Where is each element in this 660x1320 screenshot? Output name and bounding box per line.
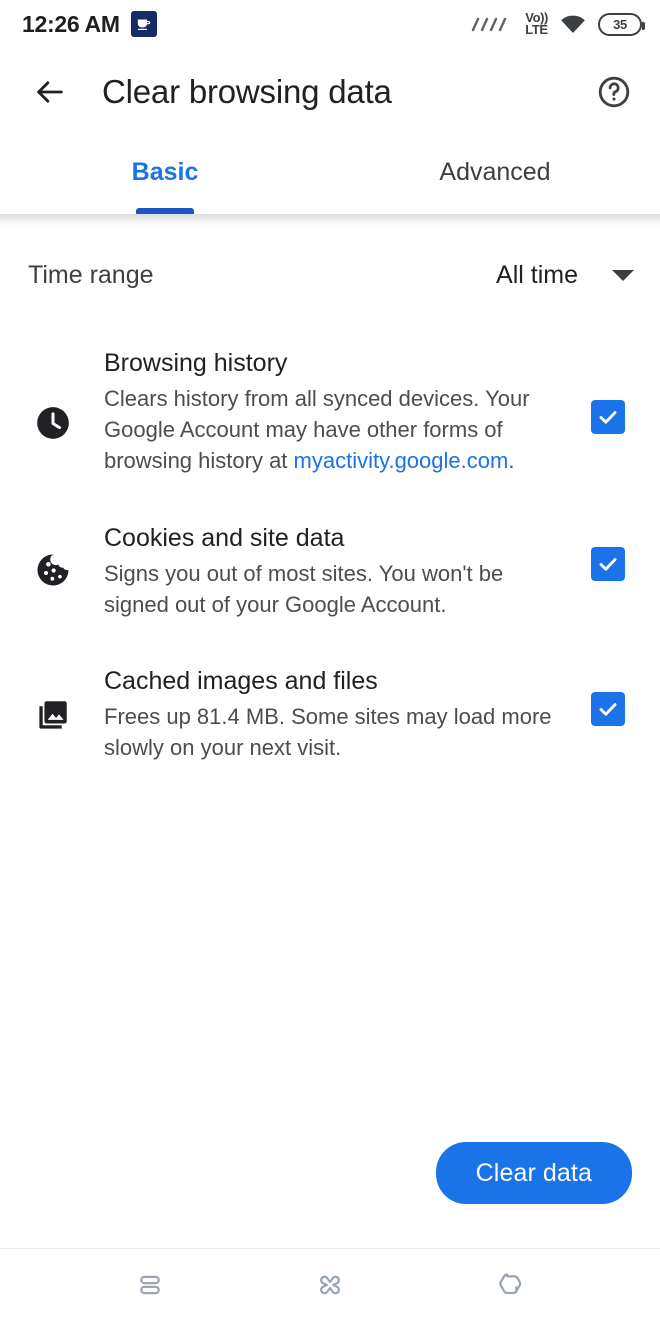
checkbox-cached-images[interactable] <box>580 664 636 727</box>
option-desc-tail: . <box>508 448 515 474</box>
status-clock: 12:26 AM <box>22 10 120 37</box>
checkbox-checked[interactable] <box>591 400 625 434</box>
clear-data-button[interactable]: Clear data <box>435 1142 632 1204</box>
option-text-browsing-history: Browsing history Clears history from all… <box>80 346 580 477</box>
option-title: Cookies and site data <box>104 523 345 552</box>
option-row-cookies[interactable]: Cookies and site data Signs you out of m… <box>0 487 660 630</box>
status-bar-right: Vo)) LTE 35 <box>470 10 645 37</box>
photo-library-icon <box>26 664 80 734</box>
option-row-browsing-history[interactable]: Browsing history Clears history from all… <box>0 338 660 487</box>
option-row-cached-images[interactable]: Cached images and files Frees up 81.4 MB… <box>0 630 660 773</box>
cookie-icon <box>26 521 80 589</box>
nav-recents-button[interactable] <box>105 1255 195 1315</box>
check-icon <box>599 557 617 571</box>
option-title: Cached images and files <box>104 667 378 696</box>
option-description: Clears history from all synced devices. … <box>104 383 564 477</box>
battery-level: 35 <box>613 16 627 32</box>
tab-basic[interactable]: Basic <box>0 136 330 214</box>
time-range-label: Time range <box>28 260 154 289</box>
checkbox-checked[interactable] <box>591 546 625 581</box>
volte-indicator: Vo)) LTE <box>525 10 548 37</box>
checkbox-cookies[interactable] <box>580 521 636 581</box>
options-list: Browsing history Clears history from all… <box>0 324 660 774</box>
tab-bar: Basic Advanced <box>0 136 660 214</box>
check-icon <box>599 411 617 424</box>
tab-active-indicator <box>136 208 194 214</box>
content-area: Time range All time Browsing history Cle… <box>0 226 660 1248</box>
help-button[interactable] <box>590 68 638 116</box>
tab-bar-shadow <box>0 214 660 226</box>
check-icon <box>599 703 617 716</box>
nav-home-button[interactable] <box>285 1255 375 1315</box>
signal-bars-icon <box>472 17 507 32</box>
option-text-cookies: Cookies and site data Signs you out of m… <box>80 521 580 620</box>
tab-basic-label: Basic <box>131 157 199 186</box>
option-text-cached-images: Cached images and files Frees up 81.4 MB… <box>80 664 580 763</box>
back-arrow-icon <box>37 81 63 103</box>
wifi-icon <box>561 15 585 34</box>
time-range-value: All time <box>496 260 578 289</box>
recents-icon <box>140 1275 160 1294</box>
nav-back-button[interactable] <box>465 1255 555 1315</box>
checkbox-browsing-history[interactable] <box>580 346 636 434</box>
tab-advanced[interactable]: Advanced <box>330 136 660 214</box>
clock-icon <box>26 346 80 442</box>
checkbox-checked[interactable] <box>591 692 625 727</box>
back-button[interactable] <box>26 68 74 116</box>
time-range-row[interactable]: Time range All time <box>0 226 660 324</box>
chevron-down-icon <box>612 269 634 281</box>
back-nav-icon <box>499 1272 522 1294</box>
phone-screen: 12:26 AM Vo)) LTE 35 Clear browsing data… <box>0 0 660 1320</box>
option-description: Frees up 81.4 MB. Some sites may load mo… <box>104 704 552 761</box>
myactivity-link[interactable]: myactivity.google.com <box>294 448 509 473</box>
battery-indicator: 35 <box>598 12 645 36</box>
primary-action-area: Clear data <box>0 1142 660 1248</box>
volte-line-2: LTE <box>525 22 548 37</box>
option-title: Browsing history <box>104 349 288 377</box>
status-bar-left: 12:26 AM <box>22 11 157 38</box>
cup-icon <box>130 11 157 37</box>
page-title: Clear browsing data <box>102 73 392 110</box>
app-bar: Clear browsing data <box>0 48 660 136</box>
option-description: Signs you out of most sites. You won't b… <box>104 560 504 617</box>
status-bar: 12:26 AM Vo)) LTE 35 <box>0 0 660 48</box>
home-icon <box>320 1275 340 1294</box>
system-nav-bar <box>0 1248 660 1320</box>
help-circle-icon <box>598 76 630 108</box>
tab-advanced-label: Advanced <box>439 157 551 186</box>
